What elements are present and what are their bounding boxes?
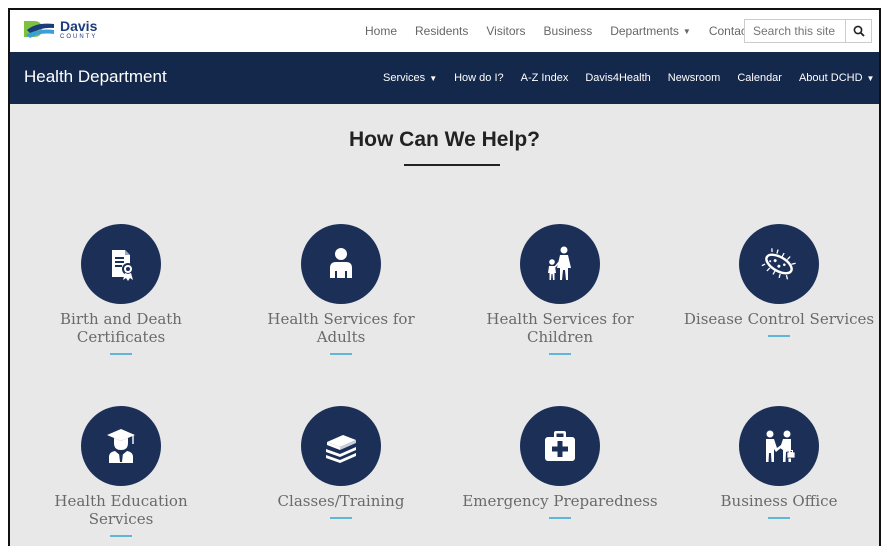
tile-label: Business Office xyxy=(720,492,838,510)
tile-birth-death-certificates[interactable]: Birth and Death Certificates xyxy=(21,224,221,355)
nav-home[interactable]: Home xyxy=(365,24,397,38)
tile-label: Emergency Preparedness xyxy=(462,492,658,510)
books-icon xyxy=(326,435,356,463)
tile-circle xyxy=(301,406,381,486)
tile-accent-bar xyxy=(549,517,571,519)
caret-down-icon: ▼ xyxy=(429,73,438,83)
tile-accent-bar xyxy=(768,517,790,519)
heading-underline xyxy=(404,164,500,166)
tile-label: Classes/Training xyxy=(277,492,405,510)
main-content: How Can We Help? Birth and Death Certifi… xyxy=(10,104,879,546)
dept-nav-newsroom[interactable]: Newsroom xyxy=(668,72,721,84)
bacteria-icon xyxy=(761,248,796,280)
tile-accent-bar xyxy=(110,535,132,537)
tile-emergency-preparedness[interactable]: Emergency Preparedness xyxy=(460,406,660,519)
tile-business-office[interactable]: Business Office xyxy=(679,406,879,519)
department-nav: Services ▼ How do I? A-Z Index Davis4Heal… xyxy=(383,52,874,104)
nav-residents[interactable]: Residents xyxy=(415,24,468,38)
dept-nav-how-do-i[interactable]: How do I? xyxy=(454,72,504,84)
tile-circle xyxy=(520,224,600,304)
tile-adult-services[interactable]: Health Services for Adults xyxy=(241,224,441,355)
department-title[interactable]: Health Department xyxy=(24,67,167,87)
nav-departments-label: Departments xyxy=(610,24,679,38)
tile-circle xyxy=(520,406,600,486)
tile-accent-bar xyxy=(768,335,790,337)
logo-mark-icon xyxy=(22,18,56,40)
adult-person-icon xyxy=(330,248,352,278)
tile-label: Health Services for Adults xyxy=(267,310,415,346)
tile-circle xyxy=(301,224,381,304)
dept-nav-calendar[interactable]: Calendar xyxy=(737,72,782,84)
caret-down-icon: ▼ xyxy=(682,27,691,37)
tile-accent-bar xyxy=(110,353,132,355)
tile-accent-bar xyxy=(330,517,352,519)
top-nav: Home Residents Visitors Business Departm… xyxy=(365,10,750,52)
first-aid-kit-icon xyxy=(545,431,575,461)
department-nav-bar: Health Department Services ▼ How do I? A-… xyxy=(10,52,879,104)
tile-accent-bar xyxy=(330,353,352,355)
nav-business[interactable]: Business xyxy=(544,24,593,38)
caret-down-icon: ▼ xyxy=(866,73,875,83)
search-button[interactable] xyxy=(845,20,871,42)
parent-child-icon xyxy=(548,246,571,280)
tile-circle xyxy=(81,406,161,486)
nav-visitors[interactable]: Visitors xyxy=(486,24,525,38)
tile-classes-training[interactable]: Classes/Training xyxy=(241,406,441,519)
davis-county-logo[interactable]: Davis COUNTY xyxy=(22,18,97,40)
search-input[interactable] xyxy=(745,20,845,42)
dept-nav-services[interactable]: Services ▼ xyxy=(383,72,437,84)
nav-departments[interactable]: Departments ▼ xyxy=(610,24,691,38)
tile-label: Health Services for Children xyxy=(486,310,634,346)
tile-child-services[interactable]: Health Services for Children xyxy=(460,224,660,355)
dept-nav-services-label: Services xyxy=(383,72,426,84)
tile-health-education[interactable]: Health Education Services xyxy=(21,406,221,537)
graduate-icon xyxy=(107,429,135,463)
dept-nav-az-index[interactable]: A-Z Index xyxy=(521,72,569,84)
site-search xyxy=(744,19,872,43)
tile-disease-control[interactable]: Disease Control Services xyxy=(679,224,879,337)
tile-circle xyxy=(81,224,161,304)
browser-frame: Davis COUNTY Home Residents Visitors Bus… xyxy=(8,8,881,546)
search-icon xyxy=(853,25,865,37)
tile-label: Birth and Death Certificates xyxy=(60,310,182,346)
page-heading: How Can We Help? xyxy=(349,128,540,151)
top-utility-bar: Davis COUNTY Home Residents Visitors Bus… xyxy=(10,10,879,52)
tile-circle xyxy=(739,406,819,486)
dept-nav-about[interactable]: About DCHD ▼ xyxy=(799,72,875,84)
tile-circle xyxy=(739,224,819,304)
tile-label: Disease Control Services xyxy=(683,310,875,328)
dept-nav-davis4health[interactable]: Davis4Health xyxy=(585,72,650,84)
tile-label: Health Education Services xyxy=(54,492,188,528)
dept-nav-about-label: About DCHD xyxy=(798,72,863,84)
business-handshake-icon xyxy=(766,430,796,462)
logo-name: Davis xyxy=(60,17,98,34)
tile-accent-bar xyxy=(549,353,571,355)
logo-sub: COUNTY xyxy=(60,33,98,40)
certificate-icon xyxy=(112,250,134,281)
